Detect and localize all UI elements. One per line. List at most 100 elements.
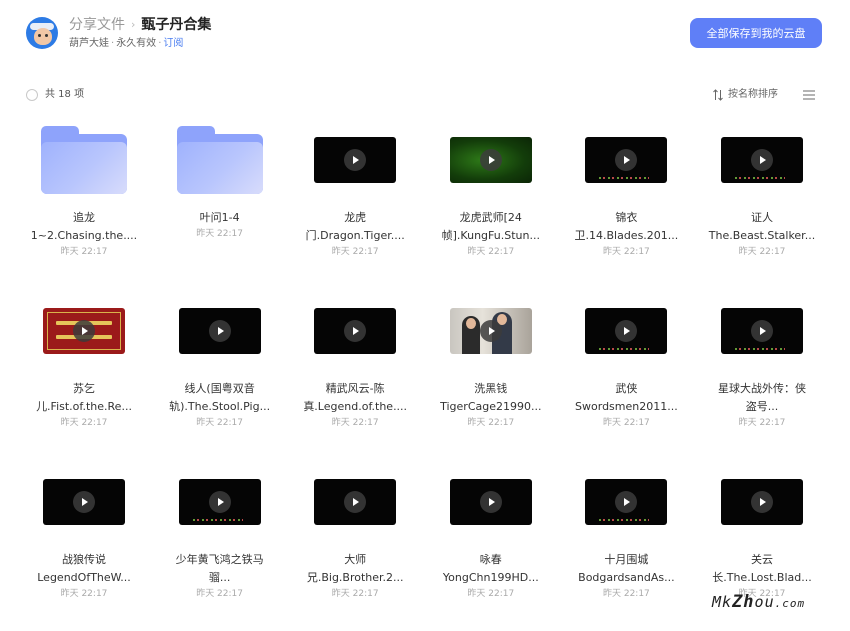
video-file-item[interactable]: 战狼传说 LegendOfTheW... 昨天 22:17 (16, 462, 152, 622)
item-name[interactable]: 战狼传说 LegendOfTheW... (18, 551, 150, 587)
item-name-line: 锦衣 (615, 211, 638, 224)
item-thumbnail[interactable] (694, 291, 830, 371)
video-file-item[interactable]: 证人 The.Beast.Stalker... 昨天 22:17 (694, 120, 830, 280)
item-name[interactable]: 咏春 YongChn199HD... (425, 551, 557, 587)
item-name[interactable]: 龙虎 门.Dragon.Tiger.... (289, 209, 421, 245)
item-thumbnail[interactable] (558, 291, 694, 371)
sort-button[interactable]: 按名称排序 (712, 88, 778, 102)
item-name[interactable]: 关云 长.The.Lost.Blad... (696, 551, 828, 587)
video-file-item[interactable]: 精武风云-陈 真.Legend.of.the.... 昨天 22:17 (287, 291, 423, 451)
video-file-item[interactable]: 少年黄飞鸿之铁马 骝... 昨天 22:17 (152, 462, 288, 622)
item-name-line: The.Beast.Stalker... (708, 229, 816, 242)
item-thumbnail[interactable] (558, 462, 694, 542)
item-name[interactable]: 大师 兄.Big.Brother.2... (289, 551, 421, 587)
item-name-line: 叶问1-4 (199, 211, 240, 224)
item-thumbnail[interactable] (423, 462, 559, 542)
item-thumbnail[interactable] (16, 120, 152, 200)
video-file-item[interactable]: 洗黑钱 TigerCage21990... 昨天 22:17 (423, 291, 559, 451)
item-name[interactable]: 叶问1-4 (154, 209, 286, 227)
video-file-item[interactable]: 线人(国粤双音 轨).The.Stool.Pig... 昨天 22:17 (152, 291, 288, 451)
item-name-line: 儿.Fist.of.the.Re... (36, 400, 132, 413)
select-all-checkbox[interactable] (26, 89, 38, 101)
item-timestamp: 昨天 22:17 (467, 589, 515, 599)
play-icon (344, 320, 367, 342)
item-name-line: 长.The.Lost.Blad... (712, 571, 812, 584)
item-name[interactable]: 苏乞儿.Fist.of.the.Re... (18, 380, 150, 416)
video-file-item[interactable]: 锦衣 卫.14.Blades.201... 昨天 22:17 (558, 120, 694, 280)
item-name[interactable]: 少年黄飞鸿之铁马 骝... (154, 551, 286, 587)
item-name-line: 大师 (344, 553, 367, 566)
item-thumbnail[interactable] (152, 462, 288, 542)
item-name-line: 盗号... (745, 400, 779, 413)
item-name-line: 苏乞 (73, 382, 95, 395)
share-header: 分享文件 › 甄子丹合集 葫芦大娃 · 永久有效 · 订阅 全部保存到我的云盘 (0, 0, 850, 70)
video-file-item[interactable]: 星球大战外传：侠 盗号... 昨天 22:17 (694, 291, 830, 451)
video-thumbnail (43, 308, 125, 354)
owner-name[interactable]: 葫芦大娃 (69, 38, 109, 49)
watermark-text: Zh (732, 592, 755, 612)
play-icon (479, 320, 502, 342)
item-thumbnail[interactable] (694, 120, 830, 200)
site-watermark: MkZhou.com (712, 592, 805, 612)
breadcrumb: 分享文件 › 甄子丹合集 (69, 15, 211, 35)
item-name[interactable]: 锦衣 卫.14.Blades.201... (560, 209, 692, 245)
item-name-line: 骝... (208, 571, 231, 584)
play-icon (479, 491, 502, 513)
item-thumbnail[interactable] (16, 462, 152, 542)
item-thumbnail[interactable] (287, 120, 423, 200)
video-file-item[interactable]: 武侠 Swordsmen2011... 昨天 22:17 (558, 291, 694, 451)
item-name[interactable]: 十月围城 BodgardsandAs... (560, 551, 692, 587)
item-thumbnail[interactable] (287, 291, 423, 371)
item-thumbnail[interactable] (152, 291, 288, 371)
item-name[interactable]: 龙虎武师[24 帧].KungFu.Stun... (425, 209, 557, 245)
item-name[interactable]: 证人 The.Beast.Stalker... (696, 209, 828, 245)
folder-front (41, 142, 127, 194)
video-file-item[interactable]: 龙虎 门.Dragon.Tiger.... 昨天 22:17 (287, 120, 423, 280)
video-thumbnail (721, 479, 803, 525)
item-thumbnail[interactable] (152, 120, 288, 200)
video-file-item[interactable]: 咏春 YongChn199HD... 昨天 22:17 (423, 462, 559, 622)
play-icon (751, 491, 773, 513)
item-name[interactable]: 星球大战外传：侠 盗号... (696, 380, 828, 416)
item-name-line: 精武风云-陈 (325, 382, 385, 395)
folder-item[interactable]: 追龙 1~2.Chasing.the.... 昨天 22:17 (16, 120, 152, 280)
item-name[interactable]: 线人(国粤双音 轨).The.Stool.Pig... (154, 380, 286, 416)
video-thumbnail (585, 137, 668, 183)
list-view-icon[interactable] (803, 89, 815, 101)
video-thumbnail (585, 308, 668, 354)
item-timestamp: 昨天 22:17 (331, 247, 379, 257)
sort-arrows-icon (713, 89, 723, 101)
breadcrumb-parent[interactable]: 分享文件 (69, 15, 125, 35)
item-thumbnail[interactable] (423, 120, 559, 200)
item-name[interactable]: 洗黑钱 TigerCage21990... (425, 380, 557, 416)
item-name-line: 洗黑钱 (474, 382, 508, 395)
subscribe-link[interactable]: 订阅 (163, 38, 183, 49)
play-icon (479, 149, 502, 171)
item-name[interactable]: 追龙 1~2.Chasing.the.... (18, 209, 150, 245)
item-name-line: 真.Legend.of.the.... (303, 400, 408, 413)
item-thumbnail[interactable] (694, 462, 830, 542)
item-thumbnail[interactable] (423, 291, 559, 371)
video-file-item[interactable]: 十月围城 BodgardsandAs... 昨天 22:17 (558, 462, 694, 622)
play-icon (751, 320, 773, 342)
item-name-line: TigerCage21990... (440, 400, 542, 413)
avatar[interactable] (26, 17, 58, 49)
video-thumbnail (721, 137, 803, 183)
video-file-item[interactable]: 龙虎武师[24 帧].KungFu.Stun... 昨天 22:17 (423, 120, 559, 280)
play-icon (751, 149, 773, 171)
item-name[interactable]: 精武风云-陈真.Legend.of.the.... (289, 380, 421, 416)
video-file-item[interactable]: 苏乞 儿.Fist.of.the.Re... 昨天 22:17 (16, 291, 152, 451)
subtitle-specks (599, 348, 650, 350)
save-all-button[interactable]: 全部保存到我的云盘 (690, 18, 822, 48)
play-icon (73, 491, 95, 513)
item-name-line: BodgardsandAs... (578, 571, 675, 584)
item-thumbnail[interactable] (16, 291, 152, 371)
meta-separator: · (158, 38, 162, 49)
video-thumbnail (178, 479, 261, 525)
item-name[interactable]: 武侠 Swordsmen2011... (560, 380, 692, 416)
item-thumbnail[interactable] (558, 120, 694, 200)
video-file-item[interactable]: 大师 兄.Big.Brother.2... 昨天 22:17 (287, 462, 423, 622)
item-thumbnail[interactable] (287, 462, 423, 542)
folder-item[interactable]: 叶问1-4 昨天 22:17 (152, 120, 288, 280)
item-name-line: 星球大战外传：侠 (718, 382, 806, 395)
